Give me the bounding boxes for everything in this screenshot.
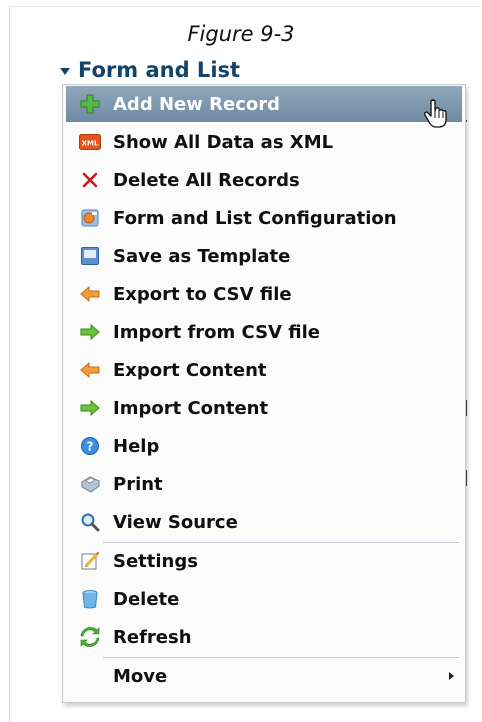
trash-icon [79, 588, 101, 610]
hand-cursor-icon [423, 99, 449, 133]
configuration-icon [79, 207, 101, 229]
svg-text:?: ? [87, 440, 94, 454]
menu-item-label: Delete All Records [113, 169, 300, 191]
menu-item-add-new-record[interactable]: Add New Record [66, 86, 462, 122]
refresh-icon [79, 626, 101, 648]
menu-item-label: Import Content [113, 397, 269, 419]
menu-item-export-to-csv-file[interactable]: Export to CSV file [66, 276, 462, 312]
menu-item-label: Export to CSV file [113, 283, 292, 305]
menu-item-label: Move [113, 665, 168, 687]
menu-item-import-content[interactable]: Import Content [66, 390, 462, 426]
menu-item-label: Print [113, 473, 163, 495]
menu-item-view-source[interactable]: View Source [66, 504, 462, 540]
menu-item-label: Save as Template [113, 245, 291, 267]
menu-item-label: Help [113, 435, 160, 457]
menu-item-import-from-csv-file[interactable]: Import from CSV file [66, 314, 462, 350]
menu-item-label: Show All Data as XML [113, 131, 334, 153]
divider [466, 400, 467, 416]
menu-item-refresh[interactable]: Refresh [66, 619, 462, 655]
menu-item-label: Add New Record [113, 93, 281, 115]
menu-item-help[interactable]: ? Help [66, 428, 462, 464]
menu-item-delete[interactable]: Delete [66, 581, 462, 617]
import-arrow-icon [79, 321, 101, 343]
menu-item-form-and-list-configuration[interactable]: Form and List Configuration [66, 200, 462, 236]
menu-item-settings[interactable]: Settings [66, 543, 462, 579]
divider [466, 470, 467, 486]
menu-item-export-content[interactable]: Export Content [66, 352, 462, 388]
menu-item-show-all-data-as-xml[interactable]: XML Show All Data as XML [66, 124, 462, 160]
xml-icon: XML [79, 131, 101, 153]
action-menu: Add New Record XML Show All Data as XML … [62, 84, 466, 703]
menu-item-label: View Source [113, 511, 238, 533]
module-title[interactable]: Form and List [60, 57, 240, 83]
import-arrow-icon [79, 397, 101, 419]
magnifier-icon [79, 511, 101, 533]
menu-item-label: Refresh [113, 626, 192, 648]
template-icon [79, 245, 101, 267]
menu-item-label: Export Content [113, 359, 267, 381]
delete-x-icon [79, 169, 101, 191]
module-title-label: Form and List [78, 58, 241, 82]
export-arrow-icon [79, 283, 101, 305]
menu-item-label: Delete [113, 588, 180, 610]
divider [466, 120, 467, 122]
empty-icon-slot [79, 665, 101, 687]
print-icon [79, 473, 101, 495]
menu-item-label: Settings [113, 550, 198, 572]
menu-item-move[interactable]: Move [66, 658, 462, 694]
add-icon [79, 93, 101, 115]
figure-caption: Figure 9-3 [187, 22, 295, 46]
export-arrow-icon [79, 359, 101, 381]
submenu-arrow-icon [449, 672, 454, 680]
menu-item-print[interactable]: Print [66, 466, 462, 502]
settings-icon [79, 550, 101, 572]
menu-item-label: Import from CSV file [113, 321, 320, 343]
collapse-triangle-icon[interactable] [60, 67, 70, 75]
menu-item-save-as-template[interactable]: Save as Template [66, 238, 462, 274]
svg-text:XML: XML [82, 140, 99, 148]
menu-item-delete-all-records[interactable]: Delete All Records [66, 162, 462, 198]
menu-item-label: Form and List Configuration [113, 207, 397, 229]
help-icon: ? [79, 435, 101, 457]
